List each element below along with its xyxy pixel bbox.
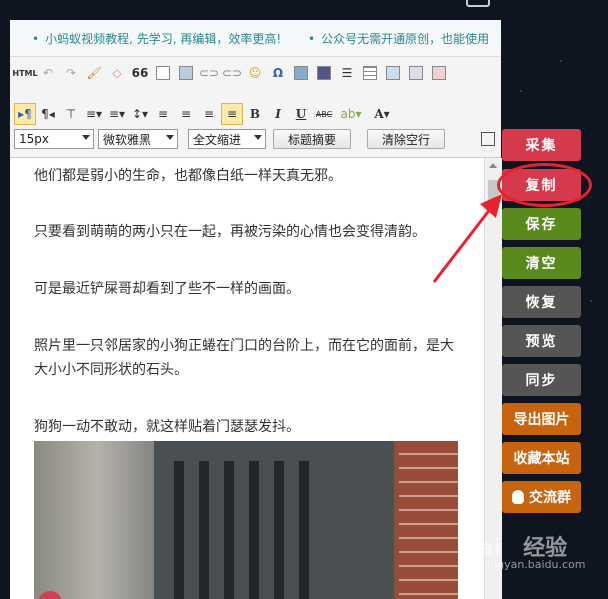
indent-select[interactable]: 全文缩进: [188, 129, 266, 149]
notice-right[interactable]: • 公众号无需开通原创，也能使用: [308, 30, 489, 47]
search-replace-icon[interactable]: [382, 62, 404, 84]
paragraph: 他们都是弱小的生命，也都像白纸一样天真无邪。: [34, 168, 342, 184]
format-painter-icon[interactable]: 🖌: [83, 62, 105, 84]
row-spacing-icon[interactable]: ≡▾: [83, 103, 105, 125]
align-justify-icon[interactable]: ≡: [221, 103, 243, 125]
sync-button[interactable]: 同步: [502, 364, 581, 396]
toolbar-row-1: HTML ↶ ↷ 🖌 ◇ 66 ⊂⊃ ⊂⊃ ☺ Ω ☰: [12, 62, 451, 84]
group-chat-button[interactable]: 交流群: [502, 481, 581, 513]
line-height-icon[interactable]: ↕▾: [129, 103, 151, 125]
baidu-watermark: Bai 经验 jingyan.baidu.com: [462, 536, 586, 571]
photo-red-object: [38, 591, 62, 599]
paragraph: 照片里一只邻居家的小狗正蜷在门口的台阶上，而在它的面前，是大大小小不同形状的石头…: [34, 338, 454, 378]
collect-button[interactable]: 采集: [502, 129, 581, 161]
photo-bar: [274, 461, 284, 599]
align-right-icon[interactable]: ≡: [198, 103, 220, 125]
insert-image-icon[interactable]: [175, 62, 197, 84]
image-upload-icon[interactable]: [405, 62, 427, 84]
restore-button[interactable]: 恢复: [502, 286, 581, 318]
window-icon: [466, 0, 490, 7]
editor-content[interactable]: 他们都是弱小的生命，也都像白纸一样天真无邪。 只要看到萌萌的两小只在一起，再被污…: [10, 158, 484, 599]
highlight-circle: [497, 163, 592, 207]
paragraph: 可是最近铲屎哥却看到了些不一样的画面。: [34, 281, 300, 297]
html-source-button[interactable]: HTML: [12, 62, 37, 84]
font-color-icon[interactable]: A ▾: [367, 103, 397, 125]
save-button[interactable]: 保存: [502, 208, 581, 240]
notice-left-text: 小蚂蚁视频教程, 先学习, 再编辑，效率更高!: [45, 32, 282, 46]
paragraph: 狗狗一动不敢动，就这样贴着门瑟瑟发抖。: [34, 419, 300, 435]
blockquote-icon[interactable]: 66: [129, 62, 151, 84]
paste-text-icon[interactable]: [152, 62, 174, 84]
qq-icon: [512, 490, 524, 504]
article-photo[interactable]: [34, 441, 458, 599]
annotation-arrow: [432, 194, 502, 283]
editor-toolbar: HTML ↶ ↷ 🖌 ◇ 66 ⊂⊃ ⊂⊃ ☺ Ω ☰ ▸¶ ¶◂ ⊤ ≡▾ ≡…: [10, 57, 501, 158]
underline-button[interactable]: U: [290, 103, 312, 125]
font-size-select[interactable]: 15px: [14, 129, 94, 149]
video-icon[interactable]: [313, 62, 335, 84]
background-star: [560, 60, 562, 62]
align-center-icon[interactable]: ≡: [175, 103, 197, 125]
font-family-select[interactable]: 微软雅黑: [98, 129, 178, 149]
redo-icon[interactable]: ↷: [60, 62, 82, 84]
paragraph-rtl-icon[interactable]: ¶◂: [37, 103, 59, 125]
link-icon[interactable]: ⊂⊃: [198, 62, 220, 84]
italic-button[interactable]: I: [267, 103, 289, 125]
strikethrough-button[interactable]: ABC: [313, 103, 335, 125]
photo-bar: [174, 461, 184, 599]
undo-icon[interactable]: ↶: [37, 62, 59, 84]
notice-bar: • 小蚂蚁视频教程, 先学习, 再编辑，效率更高! • 公众号无需开通原创，也能使用: [10, 20, 501, 57]
bold-button[interactable]: B: [244, 103, 266, 125]
preview-button[interactable]: 预览: [502, 325, 581, 357]
notice-right-text: 公众号无需开通原创，也能使用: [321, 32, 490, 46]
edit-icon[interactable]: [481, 132, 495, 146]
paragraph-ltr-icon[interactable]: ▸¶: [14, 103, 36, 125]
toolbar-row-2: ▸¶ ¶◂ ⊤ ≡▾ ≡▾ ↕▾ ≡ ≡ ≡ ≡ B I U ABC ab▾ A…: [14, 103, 398, 125]
highlight-color-icon[interactable]: ab▾: [336, 103, 366, 125]
clear-empty-lines-button[interactable]: 清除空行: [367, 129, 445, 149]
unlink-icon[interactable]: ⊂⊃: [221, 62, 243, 84]
list-icon[interactable]: ☰: [336, 62, 358, 84]
photo-brick-wall: [399, 441, 458, 599]
clear-button[interactable]: 清空: [502, 247, 581, 279]
emoji-icon[interactable]: ☺: [244, 62, 266, 84]
background-star: [520, 90, 522, 92]
paragraph-spacing-icon[interactable]: ≡▾: [106, 103, 128, 125]
special-char-icon[interactable]: Ω: [267, 62, 289, 84]
rich-text-editor: • 小蚂蚁视频教程, 先学习, 再编辑，效率更高! • 公众号无需开通原创，也能使用…: [10, 20, 502, 599]
photo-bar: [299, 461, 309, 599]
eraser-icon[interactable]: ◇: [106, 62, 128, 84]
paragraph: 只要看到萌萌的两小只在一起，再被污染的心情也会变得清韵。: [34, 224, 426, 240]
template-icon[interactable]: [428, 62, 450, 84]
align-top-icon[interactable]: ⊤: [60, 103, 82, 125]
export-image-button[interactable]: 导出图片: [502, 403, 581, 435]
title-summary-button[interactable]: 标题摘要: [273, 129, 351, 149]
background-star: [590, 300, 592, 302]
bookmark-site-button[interactable]: 收藏本站: [502, 442, 581, 474]
notice-left[interactable]: • 小蚂蚁视频教程, 先学习, 再编辑，效率更高!: [32, 30, 281, 47]
image-icon[interactable]: [290, 62, 312, 84]
align-left-icon[interactable]: ≡: [152, 103, 174, 125]
photo-bar: [249, 461, 259, 599]
photo-bar: [224, 461, 234, 599]
photo-bar: [199, 461, 209, 599]
table-icon[interactable]: [359, 62, 381, 84]
scroll-up-icon[interactable]: [489, 163, 497, 168]
